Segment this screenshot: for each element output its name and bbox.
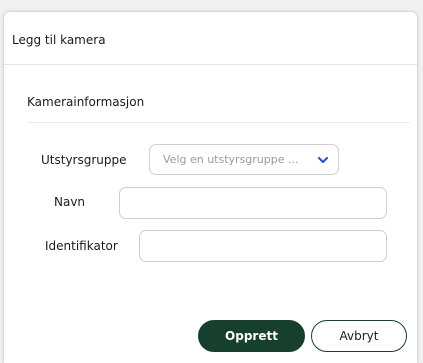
identifier-input[interactable] [139,230,387,262]
create-button[interactable]: Opprett [198,320,305,352]
equipment-group-placeholder: Velg en utstyrsgruppe ... [163,153,299,166]
section-title: Kamerainformasjon [27,95,145,109]
cancel-button[interactable]: Avbryt [311,320,407,352]
add-camera-dialog: Legg til kamera Kamerainformasjon Utstyr… [4,12,417,363]
chevron-down-icon [317,156,329,164]
name-input[interactable] [119,187,387,219]
dialog-title: Legg til kamera [12,33,106,47]
section-divider [27,122,411,123]
dialog-header: Legg til kamera [4,12,417,65]
equipment-group-select[interactable]: Velg en utstyrsgruppe ... [149,144,339,175]
identifier-label: Identifikator [45,239,118,253]
equipment-group-label: Utstyrsgruppe [41,153,127,167]
name-label: Navn [54,195,86,209]
